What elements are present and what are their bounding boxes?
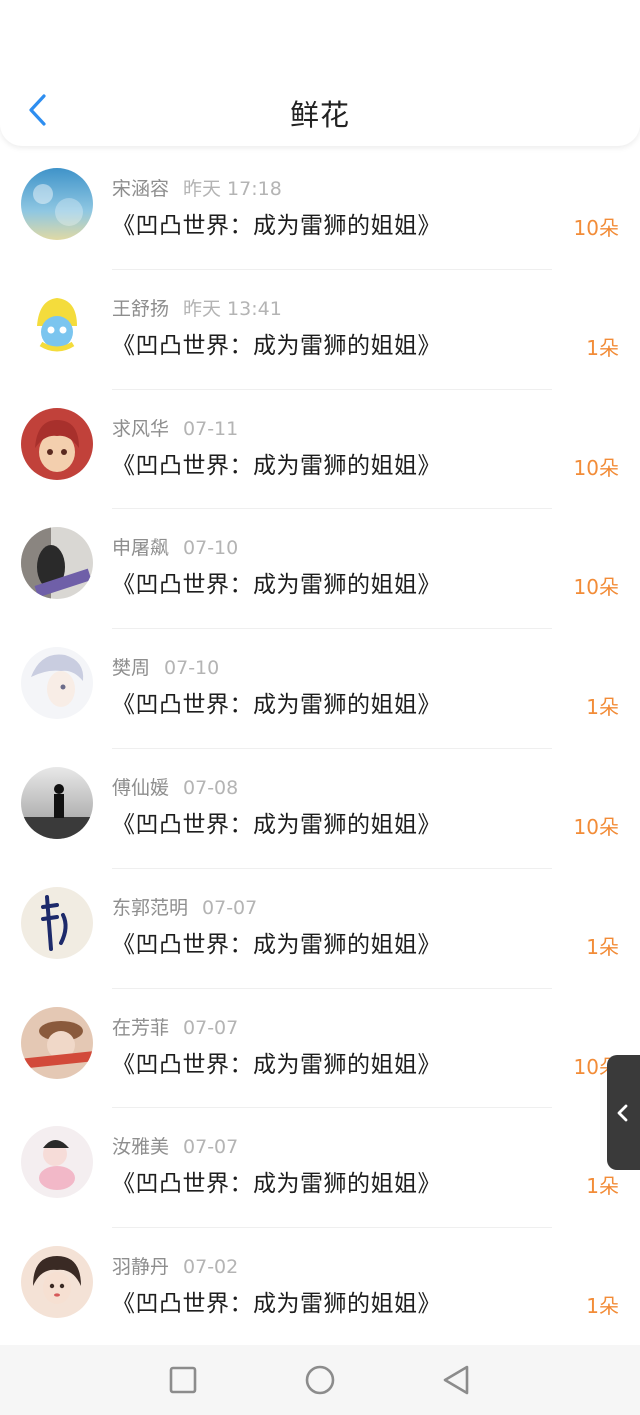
avatar[interactable] — [21, 168, 93, 240]
timestamp: 07-08 — [183, 776, 239, 799]
circle-icon — [305, 1365, 335, 1395]
list-item[interactable]: 樊周 07-10 《凹凸世界：成为雷狮的姐姐》 1朵 — [0, 629, 640, 749]
timestamp: 07-11 — [183, 417, 239, 440]
user-name[interactable]: 傅仙媛 — [112, 777, 169, 799]
page-title: 鲜花 — [289, 98, 350, 132]
avatar[interactable] — [21, 1126, 93, 1199]
flower-list: 宋涵容 昨天 17:18 《凹凸世界：成为雷狮的姐姐》 10朵 王舒扬 昨天 13:… — [0, 150, 640, 1348]
item-meta: 王舒扬 昨天 13:41 — [112, 294, 282, 321]
flower-count: 1朵 — [586, 1294, 619, 1319]
book-title[interactable]: 《凹凸世界：成为雷狮的姐姐》 — [112, 805, 441, 839]
item-meta: 在芳菲 07-07 — [112, 1013, 238, 1040]
flower-count: 1朵 — [586, 1174, 619, 1199]
book-title[interactable]: 《凹凸世界：成为雷狮的姐姐》 — [112, 1284, 441, 1318]
avatar[interactable] — [21, 886, 93, 959]
system-navigation-bar — [0, 1345, 640, 1415]
user-name[interactable]: 樊周 — [112, 657, 150, 679]
timestamp: 07-02 — [183, 1256, 239, 1279]
user-name[interactable]: 羽静丹 — [112, 1256, 169, 1278]
user-name[interactable]: 求风华 — [112, 418, 169, 440]
side-panel-toggle[interactable] — [607, 1055, 640, 1170]
flowers-page: 鲜花 宋涵容 昨天 17:18 《凹凸世界：成为雷狮的姐姐》 10朵 王舒扬 昨… — [0, 0, 640, 1415]
timestamp: 07-10 — [183, 537, 239, 560]
flower-count: 1朵 — [586, 934, 619, 959]
item-meta: 傅仙媛 07-08 — [112, 773, 238, 800]
user-name[interactable]: 在芳菲 — [112, 1017, 169, 1039]
flower-count: 10朵 — [573, 814, 619, 839]
flower-count: 1朵 — [586, 695, 619, 720]
timestamp: 07-07 — [183, 1016, 239, 1039]
list-item[interactable]: 在芳菲 07-07 《凹凸世界：成为雷狮的姐姐》 10朵 — [0, 989, 640, 1109]
timestamp: 07-07 — [183, 1136, 239, 1159]
flower-count: 10朵 — [573, 455, 619, 480]
list-item[interactable]: 王舒扬 昨天 13:41 《凹凸世界：成为雷狮的姐姐》 1朵 — [0, 270, 640, 390]
flower-count: 1朵 — [586, 335, 619, 360]
avatar[interactable] — [21, 647, 93, 720]
user-name[interactable]: 王舒扬 — [112, 298, 169, 320]
list-item[interactable]: 羽静丹 07-02 《凹凸世界：成为雷狮的姐姐》 1朵 — [0, 1228, 640, 1348]
avatar[interactable] — [21, 287, 93, 360]
flower-count: 10朵 — [573, 575, 619, 600]
back-nav-button[interactable] — [440, 1363, 474, 1397]
item-meta: 东郭范明 07-07 — [112, 893, 257, 920]
user-name[interactable]: 宋涵容 — [112, 178, 169, 200]
timestamp: 昨天 17:18 — [183, 178, 282, 200]
user-name[interactable]: 东郭范明 — [112, 897, 188, 919]
timestamp: 07-07 — [202, 896, 258, 919]
timestamp: 昨天 13:41 — [183, 297, 282, 320]
avatar[interactable] — [21, 1006, 93, 1079]
flower-count: 10朵 — [573, 216, 619, 240]
book-title[interactable]: 《凹凸世界：成为雷狮的姐姐》 — [112, 685, 441, 719]
home-button[interactable] — [303, 1363, 337, 1397]
book-title[interactable]: 《凹凸世界：成为雷狮的姐姐》 — [112, 925, 441, 959]
recent-apps-button[interactable] — [166, 1363, 200, 1397]
chevron-left-icon — [617, 1104, 628, 1121]
book-title[interactable]: 《凹凸世界：成为雷狮的姐姐》 — [112, 1045, 441, 1079]
book-title[interactable]: 《凹凸世界：成为雷狮的姐姐》 — [112, 565, 441, 599]
list-item[interactable]: 傅仙媛 07-08 《凹凸世界：成为雷狮的姐姐》 10朵 — [0, 749, 640, 869]
item-meta: 樊周 07-10 — [112, 653, 219, 680]
user-name[interactable]: 申屠飙 — [112, 537, 169, 559]
avatar[interactable] — [21, 766, 93, 839]
avatar[interactable] — [21, 527, 93, 600]
item-meta: 求风华 07-11 — [112, 414, 238, 441]
avatar[interactable] — [21, 1246, 93, 1319]
item-meta: 羽静丹 07-02 — [112, 1252, 238, 1279]
avatar[interactable] — [21, 407, 93, 480]
timestamp: 07-10 — [164, 657, 220, 680]
item-meta: 汝雅美 07-07 — [112, 1132, 238, 1159]
book-title[interactable]: 《凹凸世界：成为雷狮的姐姐》 — [112, 1164, 441, 1198]
item-meta: 申屠飙 07-10 — [112, 533, 238, 560]
list-item[interactable]: 求风华 07-11 《凹凸世界：成为雷狮的姐姐》 10朵 — [0, 390, 640, 510]
item-meta: 宋涵容 昨天 17:18 — [112, 174, 282, 201]
square-icon — [169, 1366, 197, 1394]
list-item[interactable]: 宋涵容 昨天 17:18 《凹凸世界：成为雷狮的姐姐》 10朵 — [0, 150, 640, 270]
book-title[interactable]: 《凹凸世界：成为雷狮的姐姐》 — [112, 326, 441, 360]
list-item[interactable]: 汝雅美 07-07 《凹凸世界：成为雷狮的姐姐》 1朵 — [0, 1108, 640, 1229]
list-item[interactable]: 东郭范明 07-07 《凹凸世界：成为雷狮的姐姐》 1朵 — [0, 869, 640, 989]
user-name[interactable]: 汝雅美 — [112, 1136, 169, 1158]
book-title[interactable]: 《凹凸世界：成为雷狮的姐姐》 — [112, 206, 441, 240]
list-item[interactable]: 申屠飙 07-10 《凹凸世界：成为雷狮的姐姐》 10朵 — [0, 509, 640, 630]
triangle-back-icon — [443, 1365, 469, 1395]
top-bar: 鲜花 — [0, 0, 640, 146]
book-title[interactable]: 《凹凸世界：成为雷狮的姐姐》 — [112, 446, 441, 480]
